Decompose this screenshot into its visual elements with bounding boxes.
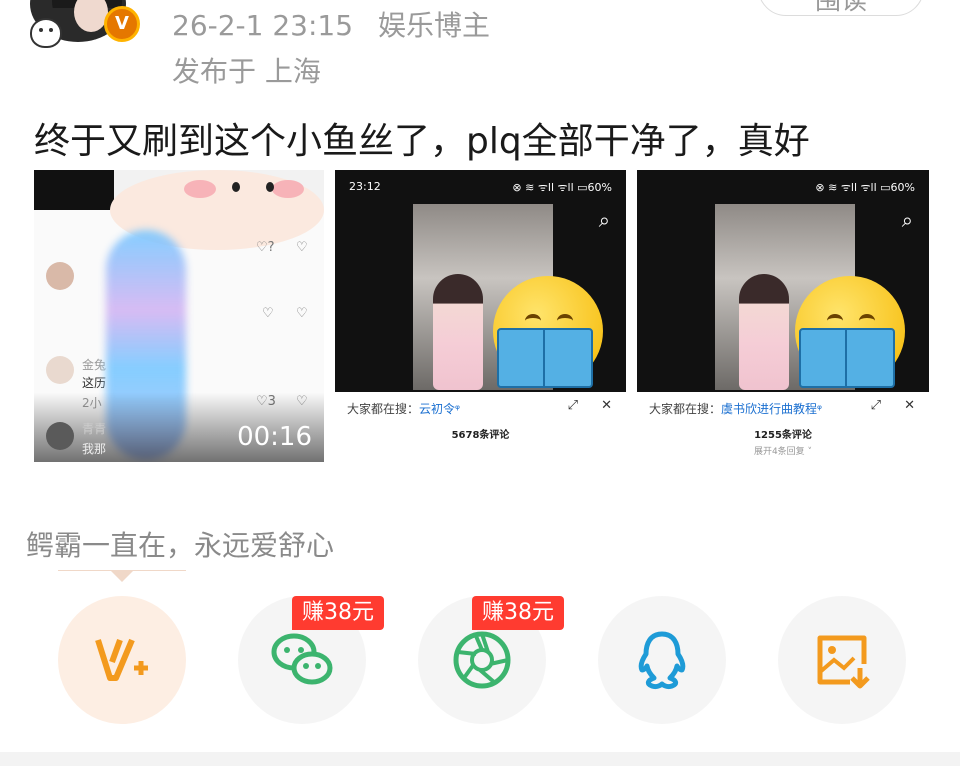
commenter-name: 金兔	[82, 358, 107, 372]
search-icon: ⌕	[901, 208, 913, 232]
comment-count: 1255条评论	[754, 430, 812, 441]
post-image-screenshot-1[interactable]: 23:12 ⊗ ≋ ᯤll ᯤll ▭60% ⌕ 大家都在搜：云初令ᵠ ⤢ ✕ …	[335, 170, 626, 462]
reward-badge: 赚38元	[472, 596, 564, 630]
status-time: 23:12	[349, 180, 381, 193]
expand-icon[interactable]: ⤢	[568, 398, 578, 413]
moments-icon	[453, 631, 511, 689]
follow-button[interactable]: 围读	[758, 0, 924, 16]
save-image-icon	[817, 635, 870, 689]
post-text: 终于又刷到这个小鱼丝了，plq全部干净了，真好	[34, 121, 810, 162]
expand-icon[interactable]: ⤢	[871, 398, 881, 413]
save-image-button[interactable]	[778, 596, 906, 724]
close-icon[interactable]: ✕	[601, 398, 612, 413]
video-duration: 00:16	[237, 422, 312, 452]
commenter-avatar	[46, 262, 74, 290]
dislike-icon: ♡	[296, 306, 308, 321]
status-icons: ⊗ ≋ ᯤll ᯤll ▭60%	[512, 181, 612, 194]
qq-icon	[638, 631, 686, 690]
close-icon[interactable]: ✕	[904, 398, 915, 413]
bottom-divider	[0, 752, 960, 766]
like-icon: ♡?	[256, 240, 275, 255]
post-location: 发布于 上海	[172, 55, 321, 88]
post-meta: 26-2-1 23:15 娱乐博主	[172, 4, 506, 44]
like-icon: ♡	[262, 306, 274, 321]
share-qq-button[interactable]	[598, 596, 726, 724]
search-icon: ⌕	[598, 208, 610, 232]
author-category: 娱乐博主	[377, 9, 490, 42]
dislike-icon: ♡	[296, 240, 308, 255]
commenter-avatar	[46, 356, 74, 384]
trending-search[interactable]: 大家都在搜：云初令ᵠ	[347, 400, 460, 417]
vplus-icon	[95, 638, 148, 681]
status-icons: ⊗ ≋ ᯤll ᯤll ▭60%	[815, 181, 915, 194]
verified-badge-icon: V	[104, 6, 140, 42]
trending-search[interactable]: 大家都在搜：虞书欣进行曲教程ᵠ	[649, 400, 822, 417]
post-image-screenshot-2[interactable]: ⊗ ≋ ᯤll ᯤll ▭60% ⌕ 大家都在搜：虞书欣进行曲教程ᵠ ⤢ ✕ 1…	[637, 170, 929, 462]
post-image-video[interactable]: ♡? ♡ ♡ ♡ 金兔 这历 2小 ♡3 ♡ 青青 我那 00:16	[34, 170, 324, 462]
wechat-icon	[271, 633, 333, 685]
commenter-avatar	[46, 422, 74, 450]
share-caption: 鳄霸一直在，永远爱舒心	[26, 529, 335, 562]
pet-icon	[30, 18, 62, 48]
reward-badge: 赚38元	[292, 596, 384, 630]
commenter-name: 青青	[82, 422, 107, 436]
comment-text: 我那	[82, 442, 107, 456]
expand-replies[interactable]: 展开4条回复 ˅	[637, 444, 929, 457]
share-weibo-vplus-button[interactable]	[58, 596, 186, 724]
comment-count: 5678条评论	[451, 430, 510, 441]
caption-pointer	[110, 570, 134, 582]
post-date: 26-2-1 23:15	[172, 9, 354, 42]
